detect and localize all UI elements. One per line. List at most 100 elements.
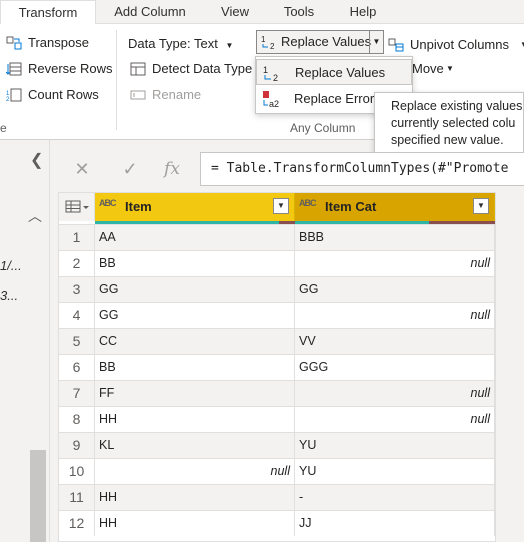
queries-scrollbar[interactable] bbox=[30, 450, 46, 542]
table-row[interactable]: 7 FF null bbox=[59, 380, 495, 406]
chevron-down-icon[interactable]: ▼ bbox=[369, 31, 383, 53]
table-row[interactable]: 8 HH null bbox=[59, 406, 495, 432]
text-type-icon[interactable]: ABC bbox=[299, 198, 316, 208]
ribbon-separator bbox=[116, 30, 117, 130]
rename-icon bbox=[130, 90, 146, 100]
table-row[interactable]: 2 BB null bbox=[59, 250, 495, 276]
replace-values-button[interactable]: 12 Replace Values ▼ bbox=[256, 30, 384, 54]
table-cell-item[interactable]: HH bbox=[95, 407, 295, 432]
column-header-item[interactable]: ABC Item ▼ bbox=[95, 193, 295, 221]
table-row[interactable]: 9 KL YU bbox=[59, 432, 495, 458]
table-row[interactable]: 12 HH JJ bbox=[59, 510, 495, 536]
table-cell-item[interactable]: BB bbox=[95, 251, 295, 276]
text-type-icon[interactable]: ABC bbox=[99, 198, 116, 208]
table-group-label: e bbox=[0, 121, 7, 135]
row-number[interactable]: 7 bbox=[59, 381, 95, 406]
table-row[interactable]: 4 GG null bbox=[59, 302, 495, 328]
menu-item-replace-values[interactable]: 12 Replace Values bbox=[256, 59, 412, 85]
table-cell-item-cat[interactable]: - bbox=[295, 485, 495, 510]
row-number[interactable]: 5 bbox=[59, 329, 95, 354]
row-number[interactable]: 10 bbox=[59, 459, 95, 484]
table-cell-item[interactable]: HH bbox=[95, 511, 295, 536]
transpose-label: Transpose bbox=[28, 35, 89, 50]
table-row[interactable]: 6 BB GGG bbox=[59, 354, 495, 380]
table-cell-item[interactable]: BB bbox=[95, 355, 295, 380]
data-type-dropdown[interactable]: Data Type: Text ▼ bbox=[128, 34, 233, 54]
table-cell-item[interactable]: null bbox=[95, 459, 295, 484]
query-item[interactable]: 1/... bbox=[0, 258, 22, 273]
table-row[interactable]: 11 HH - bbox=[59, 484, 495, 510]
filter-dropdown-icon[interactable]: ▼ bbox=[473, 198, 489, 214]
transpose-icon bbox=[6, 36, 22, 50]
table-cell-item[interactable]: GG bbox=[95, 277, 295, 302]
tab-view[interactable]: View bbox=[212, 0, 258, 24]
tab-tools[interactable]: Tools bbox=[276, 0, 322, 24]
table-row[interactable]: 3 GG GG bbox=[59, 276, 495, 302]
tab-transform[interactable]: Transform bbox=[0, 0, 96, 25]
table-cell-item-cat[interactable]: null bbox=[295, 303, 495, 328]
chevron-down-icon: ▼ bbox=[446, 64, 454, 73]
cancel-formula-icon[interactable]: ✕ bbox=[64, 154, 100, 184]
insert-function-icon[interactable]: fx bbox=[154, 154, 190, 184]
table-options-button[interactable] bbox=[59, 193, 95, 221]
row-number[interactable]: 12 bbox=[59, 511, 95, 536]
tab-help[interactable]: Help bbox=[340, 0, 386, 24]
formula-input[interactable]: = Table.TransformColumnTypes(#"Promote bbox=[200, 152, 524, 186]
tooltip-line: specified new value. bbox=[391, 133, 504, 147]
table-cell-item-cat[interactable]: YU bbox=[295, 433, 495, 458]
rename-label: Rename bbox=[152, 87, 202, 102]
table-cell-item-cat[interactable]: BBB bbox=[295, 225, 495, 250]
count-rows-label: Count Rows bbox=[28, 87, 99, 102]
move-label: Move bbox=[412, 61, 444, 76]
data-grid: ABC Item ▼ ABC Item Cat ▼ 1 AA BBB 2 BB null 3… bbox=[58, 192, 496, 542]
table-cell-item-cat[interactable]: YU bbox=[295, 459, 495, 484]
replace-values-label: Replace Values bbox=[281, 34, 372, 49]
queries-pane: ❮ ︿ 1/... 3... bbox=[0, 140, 50, 542]
commit-formula-icon[interactable]: ✓ bbox=[112, 154, 148, 184]
row-number[interactable]: 8 bbox=[59, 407, 95, 432]
table-cell-item-cat[interactable]: JJ bbox=[295, 511, 495, 536]
table-icon bbox=[65, 200, 89, 213]
table-cell-item-cat[interactable]: null bbox=[295, 251, 495, 276]
svg-text:1: 1 bbox=[261, 35, 266, 44]
table-cell-item-cat[interactable]: VV bbox=[295, 329, 495, 354]
collapse-pane-chevron-icon[interactable]: ❮ bbox=[30, 150, 43, 170]
svg-text:2: 2 bbox=[273, 73, 278, 82]
row-number[interactable]: 1 bbox=[59, 225, 95, 250]
table-cell-item-cat[interactable]: GG bbox=[295, 277, 495, 302]
table-cell-item[interactable]: AA bbox=[95, 225, 295, 250]
table-row[interactable]: 10 null YU bbox=[59, 458, 495, 484]
table-cell-item[interactable]: CC bbox=[95, 329, 295, 354]
tab-add-column[interactable]: Add Column bbox=[104, 0, 196, 24]
menu-item-label: Replace Errors bbox=[294, 91, 381, 106]
svg-text:a2: a2 bbox=[269, 99, 279, 108]
replace-errors-icon: a2 bbox=[263, 91, 279, 108]
row-number[interactable]: 3 bbox=[59, 277, 95, 302]
row-number[interactable]: 9 bbox=[59, 433, 95, 458]
detect-data-type-label: Detect Data Type bbox=[152, 61, 253, 76]
row-number[interactable]: 2 bbox=[59, 251, 95, 276]
table-row[interactable]: 5 CC VV bbox=[59, 328, 495, 354]
table-cell-item[interactable]: HH bbox=[95, 485, 295, 510]
table-row[interactable]: 1 AA BBB bbox=[59, 224, 495, 250]
table-cell-item-cat[interactable]: null bbox=[295, 381, 495, 406]
column-header-item-cat[interactable]: ABC Item Cat ▼ bbox=[295, 193, 495, 221]
unpivot-columns-icon bbox=[388, 38, 404, 52]
table-cell-item[interactable]: GG bbox=[95, 303, 295, 328]
chevron-up-icon[interactable]: ︿ bbox=[28, 206, 42, 226]
table-cell-item-cat[interactable]: null bbox=[295, 407, 495, 432]
row-number[interactable]: 11 bbox=[59, 485, 95, 510]
row-number[interactable]: 6 bbox=[59, 355, 95, 380]
query-item[interactable]: 3... bbox=[0, 288, 18, 303]
table-cell-item-cat[interactable]: GGG bbox=[295, 355, 495, 380]
svg-text:2: 2 bbox=[270, 42, 275, 50]
row-number[interactable]: 4 bbox=[59, 303, 95, 328]
table-cell-item[interactable]: KL bbox=[95, 433, 295, 458]
unpivot-columns-label: Unpivot Columns bbox=[410, 37, 509, 52]
reverse-rows-label: Reverse Rows bbox=[28, 61, 113, 76]
ribbon-tabs: Transform Add Column View Tools Help bbox=[0, 0, 524, 25]
table-cell-item[interactable]: FF bbox=[95, 381, 295, 406]
replace-values-icon: 12 bbox=[263, 65, 278, 82]
filter-dropdown-icon[interactable]: ▼ bbox=[273, 198, 289, 214]
chevron-down-icon: ▼ bbox=[520, 40, 524, 49]
